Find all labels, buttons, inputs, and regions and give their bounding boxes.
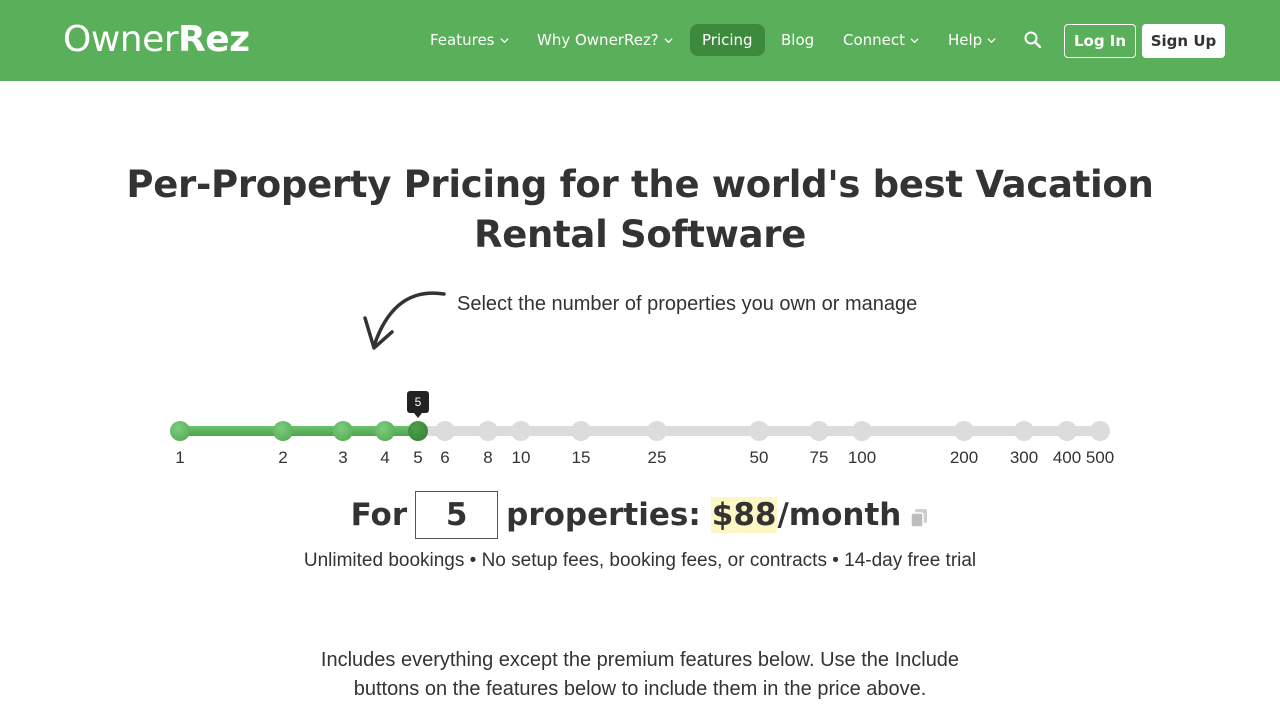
slider-tick-label: 15 xyxy=(571,448,591,467)
nav-label: Blog xyxy=(781,31,815,49)
price-amount: $88 xyxy=(710,497,778,533)
slider-stop-6[interactable] xyxy=(435,421,455,441)
price-prefix: For xyxy=(350,497,408,533)
slider-tick-label: 3 xyxy=(338,448,348,467)
login-button[interactable]: Log In xyxy=(1064,24,1136,58)
slider-stop-3[interactable] xyxy=(333,421,353,441)
slider-stop-400[interactable] xyxy=(1057,421,1077,441)
slider-stop-100[interactable] xyxy=(852,421,872,441)
pricing-benefits: Unlimited bookings • No setup fees, book… xyxy=(303,550,977,571)
slider-stop-75[interactable] xyxy=(809,421,829,441)
slider-stop-300[interactable] xyxy=(1014,421,1034,441)
nav-blog[interactable]: Blog xyxy=(781,24,814,56)
slider-stop-25[interactable] xyxy=(647,421,667,441)
nav-label: Help xyxy=(948,31,983,49)
slider-stop-200[interactable] xyxy=(954,421,974,441)
price-middle-text: properties: xyxy=(506,497,701,533)
copy-icon[interactable] xyxy=(909,507,929,529)
slider-stop-50[interactable] xyxy=(749,421,769,441)
search-icon[interactable] xyxy=(1023,30,1043,50)
nav-label: Why OwnerRez? xyxy=(537,31,659,49)
slider-stop-4[interactable] xyxy=(375,421,395,441)
slider-tick-label: 100 xyxy=(847,448,877,467)
slider-tick-label: 200 xyxy=(949,448,979,467)
slider-tick-label: 500 xyxy=(1085,448,1115,467)
slider-stop-8[interactable] xyxy=(478,421,498,441)
nav-label: Connect xyxy=(843,31,906,49)
nav-features[interactable]: Features xyxy=(430,24,509,56)
slider-tick-label: 4 xyxy=(380,448,390,467)
nav-pricing[interactable]: Pricing xyxy=(690,24,765,56)
logo-text-rez: Rez xyxy=(178,19,250,60)
chevron-down-icon xyxy=(499,37,509,43)
chevron-down-icon xyxy=(987,37,996,43)
slider-stop-5[interactable] xyxy=(408,421,428,441)
slider-tick-label: 1 xyxy=(175,448,185,467)
chevron-down-icon xyxy=(910,37,919,43)
slider-tick-label: 300 xyxy=(1009,448,1039,467)
slider-tick-label: 2 xyxy=(278,448,288,467)
slider-value-tooltip: 5 xyxy=(407,391,429,418)
slider-stop-500[interactable] xyxy=(1090,421,1110,441)
logo-text-owner: Owner xyxy=(63,19,179,60)
page-title: Per-Property Pricing for the world's bes… xyxy=(126,163,1154,256)
slider-tick-label: 75 xyxy=(809,448,829,467)
nav-help[interactable]: Help xyxy=(948,24,996,56)
nav-why-ownerrez[interactable]: Why OwnerRez? xyxy=(537,24,673,56)
slider-tick-label: 50 xyxy=(749,448,769,467)
signup-button[interactable]: Sign Up xyxy=(1142,24,1225,58)
slider-tick-label: 6 xyxy=(440,448,450,467)
ownerrez-logo[interactable]: Owner Rez xyxy=(63,18,250,62)
includes-description: Includes everything except the premium f… xyxy=(320,649,960,700)
nav-label: Features xyxy=(430,31,495,49)
curved-arrow-icon xyxy=(363,291,446,350)
slider-stop-15[interactable] xyxy=(571,421,591,441)
slider-stop-1[interactable] xyxy=(170,421,190,441)
slider-tick-label: 8 xyxy=(483,448,493,467)
slider-tick-label: 10 xyxy=(511,448,531,467)
price-summary: For properties: $88 /month xyxy=(0,491,1280,539)
nav-label: Pricing xyxy=(702,31,753,49)
slider-tick-label: 5 xyxy=(413,448,423,467)
chevron-down-icon xyxy=(664,37,673,43)
slider-tick-label: 400 xyxy=(1052,448,1082,467)
slider-tick-label: 25 xyxy=(647,448,667,467)
nav-connect[interactable]: Connect xyxy=(843,24,919,56)
slider-stop-10[interactable] xyxy=(511,421,531,441)
price-period: /month xyxy=(777,497,902,533)
slider-stop-2[interactable] xyxy=(273,421,293,441)
top-navigation-bar: Owner Rez Features Why OwnerRez? Pricing … xyxy=(0,0,1280,81)
instruction-text: Select the number of properties you own … xyxy=(457,293,918,315)
property-count-input[interactable] xyxy=(415,491,499,539)
